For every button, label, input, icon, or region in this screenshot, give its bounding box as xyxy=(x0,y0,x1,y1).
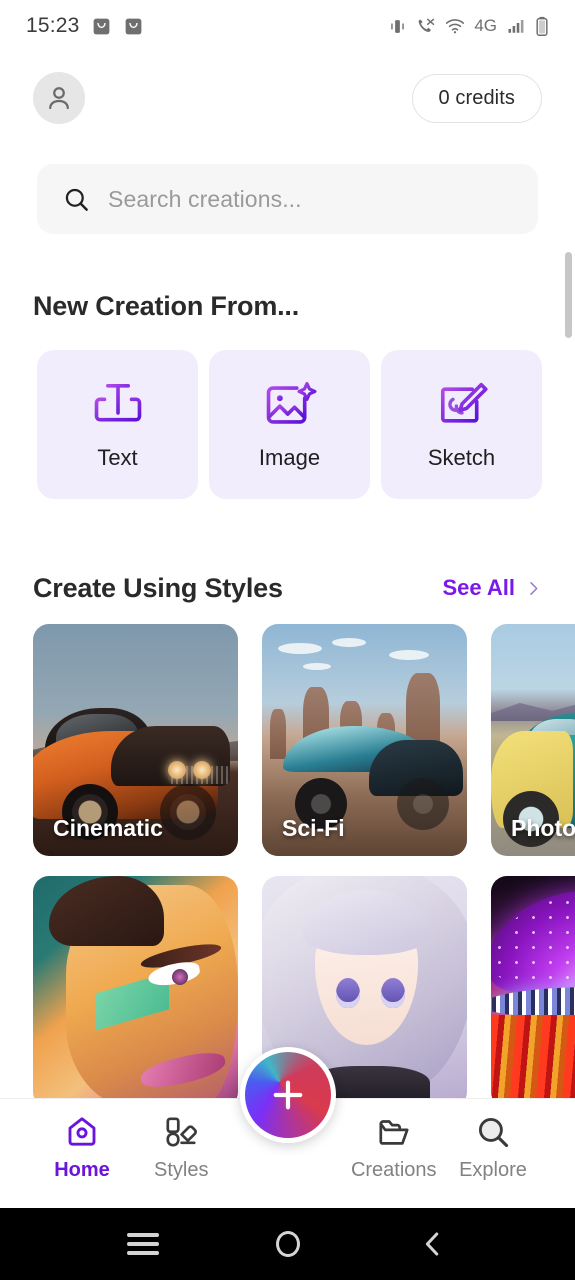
search-icon xyxy=(478,1117,509,1147)
style-card-cinematic[interactable]: Cinematic xyxy=(33,624,238,856)
wifi-icon xyxy=(446,19,465,34)
style-card-label: Sci-Fi xyxy=(282,815,345,841)
nav-label-creations: Creations xyxy=(350,1158,437,1181)
vibrate-icon xyxy=(391,19,405,33)
nav-item-explore[interactable]: Explore xyxy=(445,1114,541,1182)
palette-icon xyxy=(166,1116,198,1147)
nav-label-explore: Explore xyxy=(459,1158,527,1181)
status-bar-right: 4G xyxy=(388,16,549,37)
style-card-scifi[interactable]: Sci-Fi xyxy=(262,624,467,856)
new-creation-cards: Text Image Sketch xyxy=(37,350,542,499)
status-bar: 15:23 4G xyxy=(0,0,575,52)
chevron-right-icon xyxy=(530,581,538,595)
style-card-neon-mushroom[interactable] xyxy=(491,876,575,1108)
style-card-comic[interactable] xyxy=(33,876,238,1108)
image-sparkle-icon xyxy=(266,381,316,424)
styles-row-one[interactable]: Cinematic Sci-Fi Photo xyxy=(33,624,575,856)
search-input[interactable]: Search creations... xyxy=(37,164,538,234)
create-from-text-card[interactable]: Text xyxy=(37,350,198,499)
new-creation-title: New Creation From... xyxy=(33,291,300,321)
home-icon xyxy=(68,1116,96,1146)
search-placeholder: Search creations... xyxy=(108,185,302,212)
style-card-label: Cinematic xyxy=(53,815,163,841)
see-all-link[interactable]: See All xyxy=(442,575,542,601)
status-time: 15:23 xyxy=(26,14,80,37)
folder-icon xyxy=(379,1119,409,1145)
search-icon xyxy=(65,188,88,211)
text-frame-icon xyxy=(94,383,141,422)
battery-icon xyxy=(536,16,548,36)
styles-section-title: Create Using Styles xyxy=(33,573,283,603)
status-bar-left: 15:23 xyxy=(26,14,144,38)
nav-label-styles: Styles xyxy=(154,1158,209,1181)
create-card-label: Sketch xyxy=(427,444,496,470)
page-scrollbar[interactable] xyxy=(565,252,572,338)
call-mute-icon xyxy=(418,18,435,32)
phone-screen: 15:23 4G 0 credits Search creations... N… xyxy=(0,0,575,1280)
person-icon xyxy=(49,87,69,110)
credits-button[interactable]: 0 credits xyxy=(411,73,542,123)
sketch-pencil-icon xyxy=(440,382,488,423)
mail-icon xyxy=(125,18,141,34)
create-card-label: Image xyxy=(258,444,321,470)
create-from-sketch-card[interactable]: Sketch xyxy=(381,350,542,499)
style-card-label: Photography xyxy=(511,815,575,841)
nav-item-home[interactable]: Home xyxy=(34,1114,130,1182)
android-navigation-bar xyxy=(0,1208,575,1280)
bottom-navigation: Home Styles Creations Explore xyxy=(0,1047,575,1196)
nav-item-creations[interactable]: Creations xyxy=(346,1114,442,1182)
nav-label-home: Home xyxy=(54,1158,110,1181)
mail-icon xyxy=(93,18,109,34)
avatar[interactable] xyxy=(33,72,85,124)
style-card-photography[interactable]: Photography xyxy=(491,624,575,856)
style-art-neon-mushroom xyxy=(491,876,575,1108)
signal-icon xyxy=(508,20,524,33)
plus-icon xyxy=(273,1080,302,1110)
create-fab-button[interactable] xyxy=(239,1047,336,1143)
recents-icon[interactable] xyxy=(108,1209,178,1279)
home-circle-icon[interactable] xyxy=(253,1209,323,1279)
see-all-label: See All xyxy=(442,575,515,600)
create-from-image-card[interactable]: Image xyxy=(209,350,370,499)
create-card-label: Text xyxy=(97,444,138,470)
back-icon[interactable] xyxy=(398,1209,468,1279)
nav-item-styles[interactable]: Styles xyxy=(133,1114,229,1182)
style-art-comic xyxy=(33,876,238,1108)
app-header: 0 credits xyxy=(0,62,575,134)
network-label: 4G xyxy=(474,16,497,35)
